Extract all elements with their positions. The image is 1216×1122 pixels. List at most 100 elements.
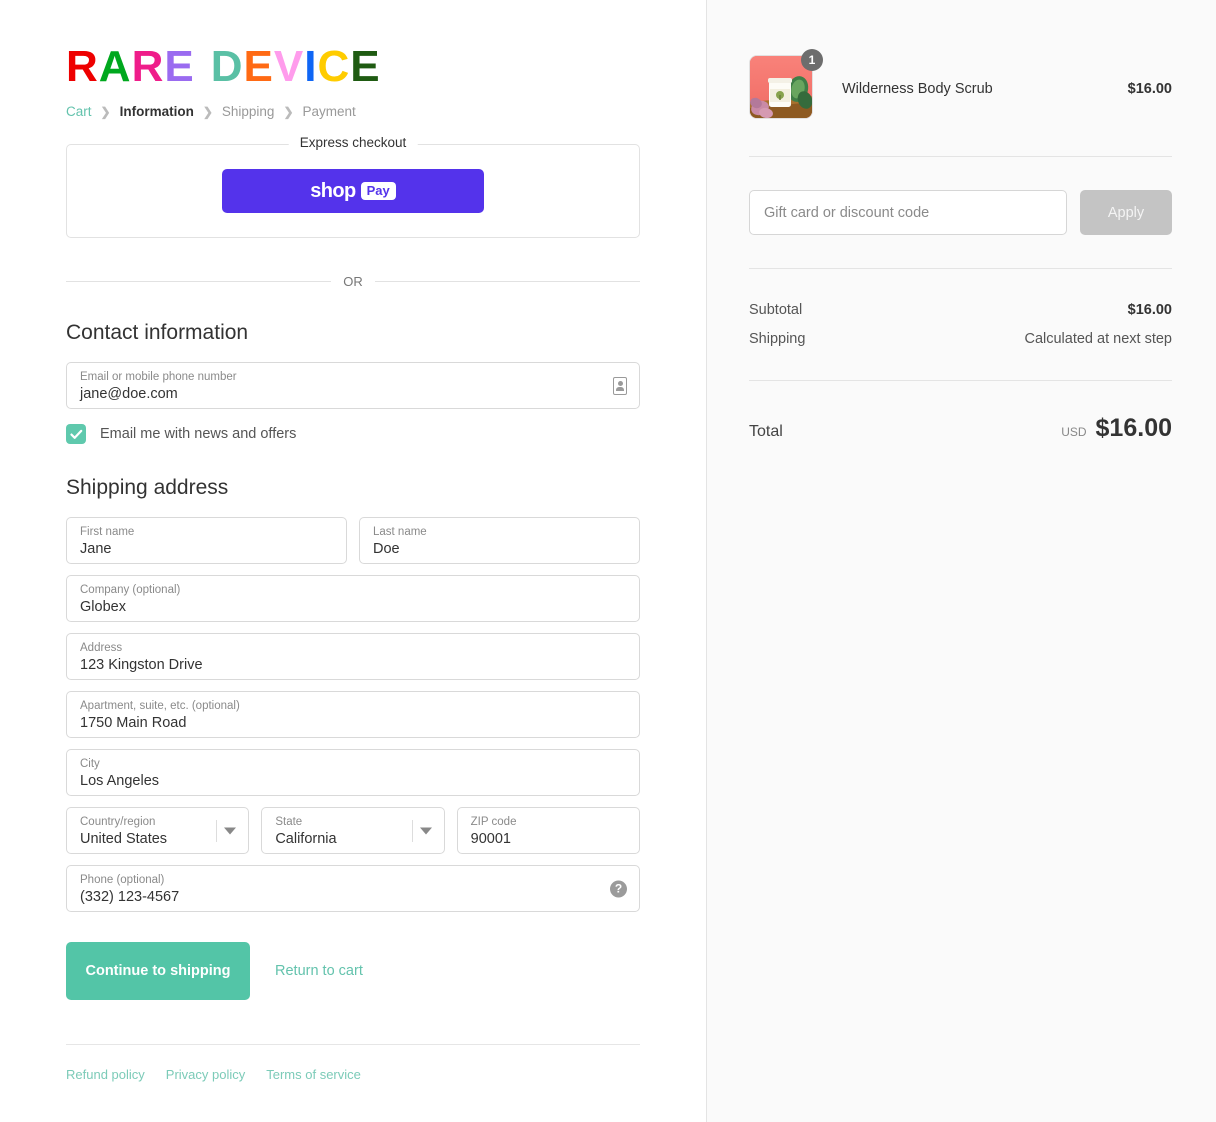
- continue-to-shipping-button[interactable]: Continue to shipping: [66, 942, 250, 1001]
- breadcrumb-cart[interactable]: Cart: [66, 104, 92, 119]
- form-actions: Continue to shipping Return to cart: [66, 942, 640, 1001]
- chevron-right-icon: ❯: [100, 104, 111, 119]
- last-name-field[interactable]: Last name Doe: [359, 517, 640, 565]
- chevron-down-icon[interactable]: [419, 827, 432, 835]
- name-row: First name Jane Last name Doe: [66, 517, 640, 565]
- newsletter-checkbox-row[interactable]: Email me with news and offers: [66, 424, 640, 445]
- shipping-address-heading: Shipping address: [66, 476, 229, 500]
- order-line-item: 1 Wilderness Body Scrub $16.00: [749, 49, 1172, 123]
- address-value: 123 Kingston Drive: [80, 657, 203, 674]
- terms-of-service-link[interactable]: Terms of service: [266, 1067, 361, 1082]
- state-select[interactable]: State California: [261, 807, 445, 855]
- address-field[interactable]: Address 123 Kingston Drive: [66, 633, 640, 681]
- express-checkout-section: Express checkout shop Pay: [66, 135, 640, 239]
- newsletter-checkbox-label: Email me with news and offers: [100, 426, 297, 443]
- logo-letter: E: [164, 42, 195, 91]
- contact-email-row: Email or mobile phone number jane@doe.co…: [66, 362, 640, 410]
- or-label: OR: [343, 274, 363, 290]
- apply-discount-button[interactable]: Apply: [1080, 190, 1172, 235]
- discount-row: Gift card or discount code Apply: [749, 190, 1172, 235]
- summary-divider: [749, 380, 1172, 381]
- summary-divider: [749, 268, 1172, 269]
- subtotal-value: $16.00: [1127, 302, 1172, 318]
- shipping-row: Shipping Calculated at next step: [749, 331, 1172, 347]
- country-region-select[interactable]: Country/region United States: [66, 807, 250, 855]
- quantity-badge: 1: [801, 49, 823, 71]
- total-value: $16.00: [1095, 414, 1172, 442]
- shop-pay-badge: Pay: [360, 182, 396, 201]
- summary-divider: [749, 156, 1172, 157]
- divider-line-left: [66, 281, 332, 283]
- apartment-row: Apartment, suite, etc. (optional) 1750 M…: [66, 691, 640, 739]
- refund-policy-link[interactable]: Refund policy: [66, 1067, 145, 1082]
- total-row: Total USD $16.00: [749, 414, 1172, 443]
- city-value: Los Angeles: [80, 773, 160, 790]
- discount-code-input[interactable]: Gift card or discount code: [749, 190, 1067, 235]
- express-checkout-title: Express checkout: [288, 135, 418, 151]
- logo-letter: E: [243, 42, 274, 91]
- logo-letter: I: [304, 42, 318, 91]
- apartment-label: Apartment, suite, etc. (optional): [80, 700, 240, 713]
- city-label: City: [80, 758, 100, 771]
- email-field-value: jane@doe.com: [80, 386, 178, 403]
- shop-pay-wordmark: shop: [310, 179, 356, 202]
- address-label: Address: [80, 642, 123, 655]
- privacy-policy-link[interactable]: Privacy policy: [166, 1067, 245, 1082]
- company-row: Company (optional) Globex: [66, 575, 640, 623]
- subtotal-label: Subtotal: [749, 302, 803, 318]
- apartment-field[interactable]: Apartment, suite, etc. (optional) 1750 M…: [66, 691, 640, 739]
- logo-letter: D: [210, 42, 244, 91]
- zip-code-field[interactable]: ZIP code 90001: [456, 807, 640, 855]
- shipping-label: Shipping: [749, 331, 806, 347]
- apartment-value: 1750 Main Road: [80, 715, 187, 732]
- city-field[interactable]: City Los Angeles: [66, 749, 640, 797]
- email-field[interactable]: Email or mobile phone number jane@doe.co…: [66, 362, 640, 410]
- first-name-value: Jane: [80, 541, 112, 558]
- zip-code-label: ZIP code: [470, 816, 517, 829]
- shop-pay-button[interactable]: shop Pay: [222, 169, 484, 214]
- chevron-down-icon[interactable]: [224, 827, 237, 835]
- state-value: California: [275, 831, 337, 848]
- contact-autofill-icon[interactable]: [613, 376, 627, 395]
- phone-field[interactable]: Phone (optional) (332) 123-4567 ?: [66, 865, 640, 913]
- first-name-field[interactable]: First name Jane: [66, 517, 347, 565]
- phone-row: Phone (optional) (332) 123-4567 ?: [66, 865, 640, 913]
- order-summary-panel: 1 Wilderness Body Scrub $16.00 Gift card…: [706, 0, 1216, 1122]
- country-state-zip-row: Country/region United States State Calif…: [66, 807, 640, 855]
- checkout-page: RARE DEVICE Cart ❯ Information ❯ Shipping…: [0, 0, 1216, 1122]
- company-field[interactable]: Company (optional) Globex: [66, 575, 640, 623]
- contact-information-heading: Contact information: [66, 321, 249, 345]
- email-field-label: Email or mobile phone number: [80, 371, 237, 384]
- return-to-cart-link[interactable]: Return to cart: [275, 963, 363, 979]
- footer-links: Refund policy Privacy policy Terms of se…: [66, 1044, 640, 1082]
- phone-label: Phone (optional): [80, 874, 165, 887]
- logo-letter: V: [273, 42, 305, 91]
- zip-code-value: 90001: [470, 831, 511, 848]
- subtotal-row: Subtotal $16.00: [749, 302, 1172, 318]
- store-logo[interactable]: RARE DEVICE: [66, 42, 640, 91]
- total-currency: USD: [1061, 425, 1087, 439]
- phone-value: (332) 123-4567: [80, 889, 180, 906]
- logo-letter: C: [317, 42, 351, 91]
- country-region-label: Country/region: [80, 816, 156, 829]
- company-value: Globex: [80, 599, 126, 616]
- checkout-main-column: RARE DEVICE Cart ❯ Information ❯ Shipping…: [0, 0, 706, 1122]
- newsletter-checkbox[interactable]: [66, 424, 86, 445]
- city-row: City Los Angeles: [66, 749, 640, 797]
- country-region-value: United States: [80, 831, 168, 848]
- breadcrumb-payment: Payment: [302, 104, 356, 120]
- total-amount-group: USD $16.00: [1061, 414, 1172, 443]
- express-checkout-box: shop Pay: [66, 144, 640, 239]
- breadcrumb: Cart ❯ Information ❯ Shipping ❯ Payment: [66, 104, 640, 119]
- last-name-label: Last name: [373, 526, 427, 539]
- chevron-right-icon: ❯: [202, 104, 213, 119]
- check-icon: [69, 429, 82, 439]
- help-icon[interactable]: ?: [610, 880, 627, 898]
- product-name: Wilderness Body Scrub: [842, 81, 993, 97]
- breadcrumb-information: Information: [119, 104, 194, 120]
- logo-letter: R: [131, 42, 165, 91]
- first-name-label: First name: [80, 526, 135, 539]
- product-price: $16.00: [1127, 81, 1172, 97]
- logo-letter: E: [350, 42, 381, 91]
- company-label: Company (optional): [80, 584, 181, 597]
